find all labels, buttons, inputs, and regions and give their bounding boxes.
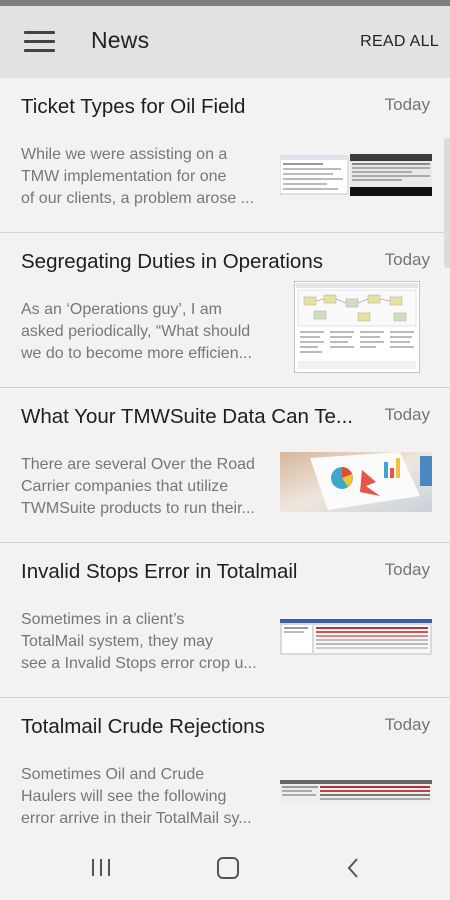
news-title: Ticket Types for Oil Field	[21, 95, 246, 118]
news-title: Invalid Stops Error in Totalmail	[21, 560, 298, 583]
table-screenshot-thumbnail	[280, 780, 432, 804]
charts-photo-thumbnail	[280, 452, 432, 512]
news-snippet: As an ‘Operations guy’, I am asked perio…	[21, 301, 252, 362]
recent-apps-icon[interactable]	[92, 859, 112, 877]
news-snippet: While we were assisting on a TMW impleme…	[21, 146, 254, 207]
system-nav-bar	[0, 838, 450, 900]
error-screenshot-thumbnail	[280, 619, 432, 655]
news-date: Today	[384, 560, 430, 579]
page-title: News	[91, 27, 150, 53]
news-date: Today	[384, 405, 430, 424]
news-item[interactable]: Segregating Duties in Operations Today A…	[0, 233, 450, 388]
news-title: What Your TMWSuite Data Can Te...	[21, 405, 353, 428]
home-icon[interactable]	[217, 857, 239, 879]
flowchart-thumbnail	[294, 281, 420, 373]
scrollbar[interactable]	[444, 138, 450, 268]
news-item[interactable]: Ticket Types for Oil Field Today While w…	[0, 78, 450, 233]
news-title: Totalmail Crude Rejections	[21, 715, 265, 738]
read-all-button[interactable]: READ ALL	[360, 33, 439, 51]
news-title: Segregating Duties in Operations	[21, 250, 323, 273]
back-icon[interactable]	[345, 856, 361, 880]
news-item[interactable]: Invalid Stops Error in Totalmail Today S…	[0, 543, 450, 698]
news-date: Today	[384, 715, 430, 734]
news-list: Ticket Types for Oil Field Today While w…	[0, 78, 450, 852]
news-date: Today	[384, 95, 430, 114]
news-item[interactable]: What Your TMWSuite Data Can Te... Today …	[0, 388, 450, 543]
news-snippet: Sometimes Oil and Crude Haulers will see…	[21, 766, 252, 827]
news-date: Today	[384, 250, 430, 269]
news-snippet: There are several Over the Road Carrier …	[21, 456, 255, 517]
hamburger-icon[interactable]	[24, 30, 56, 54]
news-snippet: Sometimes in a client’s TotalMail system…	[21, 611, 257, 672]
screenshot-thumbnail	[280, 154, 432, 196]
app-bar: News READ ALL	[0, 6, 450, 78]
news-item[interactable]: Totalmail Crude Rejections Today Sometim…	[0, 698, 450, 852]
